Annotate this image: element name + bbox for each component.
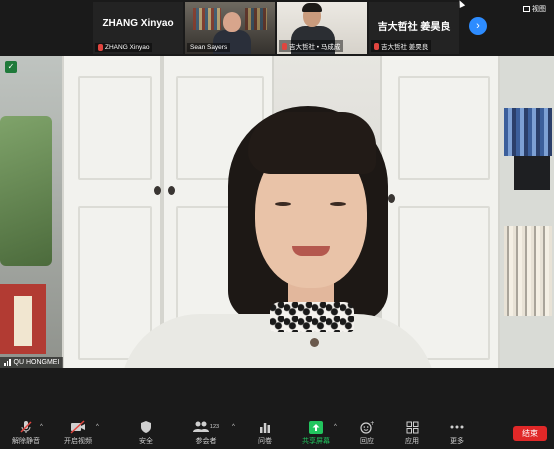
signal-bars-icon: [4, 359, 11, 366]
apps-label: 应用: [405, 438, 419, 445]
participant-count: 123: [209, 424, 220, 430]
bookshelf: [193, 8, 221, 30]
bookshelf: [245, 8, 267, 30]
meeting-toolbar: 解除静音 ^ 开启视频 ^ 安全 123 参会者 ^ 问卷 共享屏幕 ^ + 回…: [0, 418, 554, 449]
reactions-button[interactable]: + 回应: [345, 420, 389, 446]
speaker-eye: [275, 202, 291, 206]
svg-text:+: +: [370, 420, 374, 427]
speaker-collar: [270, 302, 354, 332]
unmute-label: 解除静音: [12, 438, 40, 445]
participant-label-text: 吉大哲社 • 马成成: [289, 44, 341, 51]
start-video-button[interactable]: 开启视频: [56, 420, 100, 446]
participant-head: [223, 12, 241, 32]
chevron-up-icon[interactable]: ^: [334, 424, 337, 430]
more-icon: [435, 420, 479, 434]
participant-label: ZHANG Xinyao: [95, 43, 153, 52]
participants-icon: 123: [184, 420, 228, 434]
bookshelf: [500, 56, 554, 368]
active-speaker-video[interactable]: ✓ QU HONGMEI: [0, 56, 554, 368]
security-button[interactable]: 安全: [124, 420, 168, 446]
chevron-up-icon[interactable]: ^: [96, 424, 99, 430]
participant-label-text: 吉大哲社 姜昊良: [381, 44, 429, 51]
participant-label: Sean Sayers: [187, 43, 231, 52]
participant-label-text: Sean Sayers: [190, 44, 228, 51]
polls-button[interactable]: 问卷: [243, 420, 287, 446]
speaker-mouth: [292, 246, 330, 256]
participant-label: 吉大哲社 • 马成成: [279, 40, 344, 52]
participant-tile-zhang[interactable]: ZHANG Xinyao ZHANG Xinyao: [93, 2, 183, 54]
participant-strip: ZHANG Xinyao ZHANG Xinyao Sean Sayers 吉大…: [0, 0, 554, 56]
mic-muted-icon: [282, 42, 287, 50]
end-meeting-button[interactable]: 结束: [513, 426, 547, 441]
mic-muted-icon: [374, 42, 379, 50]
chevron-right-icon: ›: [476, 20, 480, 32]
reactions-label: 回应: [360, 438, 374, 445]
more-button[interactable]: 更多: [435, 420, 479, 446]
participant-tile-ma[interactable]: 吉大哲社 • 马成成: [277, 2, 367, 54]
speaker-eye: [330, 202, 346, 206]
room-box-label: [14, 296, 32, 346]
speaker-person: [110, 106, 450, 368]
polls-label: 问卷: [258, 438, 272, 445]
encryption-shield-icon[interactable]: ✓: [5, 61, 17, 73]
view-button[interactable]: 视图: [523, 4, 546, 14]
speaker-name-label: QU HONGMEI: [0, 357, 64, 368]
apps-button[interactable]: 应用: [390, 420, 434, 446]
monitor: [514, 156, 550, 190]
books: [504, 226, 552, 316]
mic-muted-icon: [98, 44, 103, 51]
poll-icon: [243, 420, 287, 434]
shield-icon: [124, 420, 168, 434]
share-screen-icon: [294, 420, 338, 434]
books: [504, 108, 552, 156]
view-button-label: 视图: [532, 6, 546, 13]
sweater-button: [310, 338, 319, 347]
room-bag: [0, 116, 52, 266]
grid-view-icon: [523, 6, 530, 12]
chevron-up-icon[interactable]: ^: [232, 424, 235, 430]
next-page-button[interactable]: ›: [469, 17, 487, 35]
more-label: 更多: [450, 438, 464, 445]
reaction-icon: +: [345, 420, 389, 434]
share-screen-button[interactable]: 共享屏幕: [294, 420, 338, 446]
participant-hair: [302, 3, 322, 12]
participant-tile-sean[interactable]: Sean Sayers: [185, 2, 275, 54]
participant-name-large: 吉大哲社 姜昊良: [377, 22, 451, 33]
participants-button[interactable]: 123 参会者: [184, 420, 228, 446]
video-off-icon: [56, 420, 100, 434]
start-video-label: 开启视频: [64, 438, 92, 445]
chevron-up-icon[interactable]: ^: [40, 424, 43, 430]
share-screen-label: 共享屏幕: [302, 438, 330, 445]
participant-label-text: ZHANG Xinyao: [105, 44, 150, 51]
apps-icon: [390, 420, 434, 434]
speaker-name: QU HONGMEI: [13, 359, 60, 366]
participants-label: 参会者: [195, 438, 217, 445]
security-label: 安全: [139, 438, 153, 445]
participant-tile-jiang[interactable]: 吉大哲社 姜昊良 吉大哲社 姜昊良: [369, 2, 459, 54]
participant-label: 吉大哲社 姜昊良: [371, 40, 432, 52]
participant-name-large: ZHANG Xinyao: [102, 18, 174, 29]
speaker-bangs: [248, 112, 376, 174]
